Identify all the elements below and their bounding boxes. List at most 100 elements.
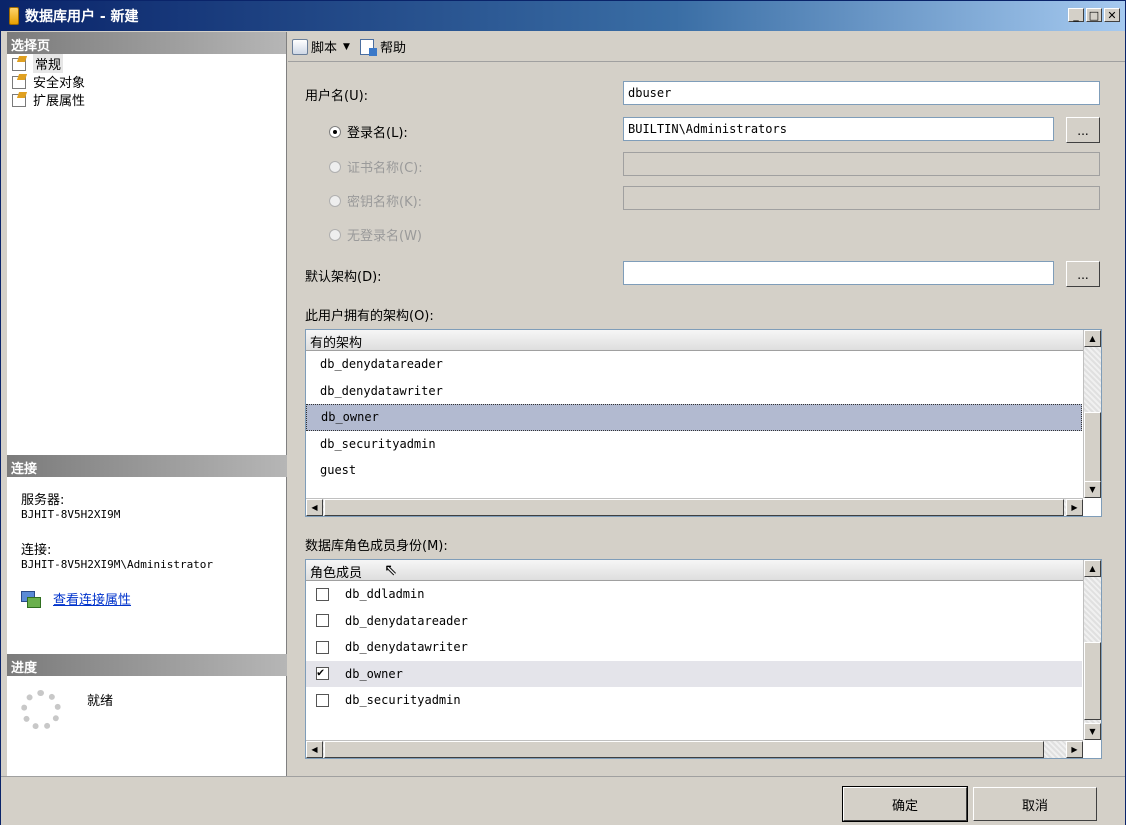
help-button[interactable]: 帮助	[359, 37, 406, 56]
owned-schemas-grid: 有的架构 db_denydatareader db_denydatawriter d…	[305, 329, 1102, 517]
chevron-down-icon[interactable]: ▼	[343, 42, 350, 52]
connection-value: BJHIT-8V5H2XI9M\Administrator	[21, 558, 214, 571]
default-schema-label: 默认架构(D):	[305, 270, 382, 285]
page-item-label: 安全对象	[33, 75, 86, 91]
role-row[interactable]: db_owner	[306, 660, 1082, 687]
role-checkbox[interactable]	[316, 665, 329, 681]
scroll-down-icon[interactable]: ▼	[1084, 723, 1101, 740]
scroll-right-icon[interactable]: ▶	[1066, 741, 1083, 758]
page-item[interactable]: 扩展属性	[7, 90, 286, 109]
connection-section: 连接 服务器: BJHIT-8V5H2XI9M 连接: BJHIT-8V5H2X…	[7, 455, 287, 608]
login-label: 登录名(L):	[347, 126, 408, 141]
schema-browse-button[interactable]: ...	[1066, 261, 1100, 287]
role-checkbox[interactable]	[316, 640, 329, 654]
roles-header-label: 角色成员	[310, 566, 363, 581]
scroll-left-icon[interactable]: ◀	[306, 499, 323, 516]
username-label: 用户名(U):	[305, 89, 369, 104]
role-row[interactable]: db_ddladmin	[306, 581, 1082, 608]
roles-hscroll[interactable]: ◀ ▶	[306, 740, 1083, 758]
role-name: db_denydatareader	[345, 613, 468, 628]
general-page-form: 用户名(U): dbuser 登录名(L): BUILTIN\Administr…	[288, 63, 1125, 775]
cert-radio-row[interactable]: 证书名称(C):	[329, 157, 423, 176]
owned-schemas-rows: db_denydatareader db_denydatawriter db_own…	[306, 351, 1101, 484]
nologin-label: 无登录名(W)	[347, 229, 422, 244]
server-label: 服务器:	[21, 493, 65, 508]
cert-name-input[interactable]	[623, 152, 1100, 176]
roles-label: 数据库角色成员身份(M):	[305, 539, 448, 554]
roles-header[interactable]: 角色成员 ⇖	[306, 560, 1101, 581]
hscroll-thumb[interactable]	[324, 741, 1044, 758]
help-label: 帮助	[379, 41, 406, 56]
schema-row[interactable]: db_denydatareader	[306, 351, 1082, 378]
scroll-up-icon[interactable]: ▲	[1084, 560, 1101, 577]
roles-vscroll[interactable]: ▲ ▼	[1083, 560, 1101, 740]
login-browse-button[interactable]: ...	[1066, 117, 1100, 143]
login-radio-row[interactable]: 登录名(L):	[329, 122, 408, 141]
progress-section: 进度 就绪	[7, 654, 287, 730]
role-checkbox[interactable]	[316, 693, 329, 707]
key-name-input[interactable]	[623, 186, 1100, 210]
mouse-cursor-icon: ⇖	[384, 560, 398, 579]
dialog-footer: 确定 取消	[1, 776, 1125, 825]
role-checkbox[interactable]	[316, 587, 329, 601]
default-schema-input[interactable]	[623, 261, 1054, 285]
page-list: 常规安全对象扩展属性	[7, 53, 286, 109]
roles-grid: 角色成员 ⇖ db_ddladmin db_denydatareader db_de…	[305, 559, 1102, 759]
progress-spinner-icon	[21, 690, 61, 730]
owned-schemas-label: 此用户拥有的架构(O):	[305, 309, 434, 324]
role-checkbox[interactable]	[316, 614, 329, 628]
view-connection-properties-link[interactable]: 查看连接属性	[53, 589, 131, 608]
view-connection-properties[interactable]: 查看连接属性	[7, 589, 287, 608]
cancel-button[interactable]: 取消	[973, 787, 1097, 821]
login-name-input[interactable]: BUILTIN\Administrators	[623, 117, 1054, 141]
scroll-up-icon[interactable]: ▲	[1084, 330, 1101, 347]
schema-row[interactable]: db_denydatawriter	[306, 378, 1082, 405]
cert-label: 证书名称(C):	[347, 161, 423, 176]
connection-properties-icon	[21, 590, 41, 608]
scroll-down-icon[interactable]: ▼	[1084, 481, 1101, 498]
select-page-header: 选择页	[7, 32, 286, 54]
key-radio[interactable]	[329, 194, 341, 207]
properties-page-icon	[11, 92, 29, 107]
role-row[interactable]: db_denydatawriter	[306, 634, 1082, 661]
scroll-right-icon[interactable]: ▶	[1066, 499, 1083, 516]
toolbar: 脚本 ▼ 帮助	[288, 32, 1125, 62]
minimize-button[interactable]: _	[1068, 8, 1084, 22]
database-icon	[9, 7, 19, 25]
schema-row[interactable]: db_securityadmin	[306, 431, 1082, 458]
nologin-radio-row[interactable]: 无登录名(W)	[329, 225, 422, 244]
role-name: db_denydatawriter	[345, 640, 468, 655]
owned-schemas-hscroll[interactable]: ◀ ▶	[306, 498, 1083, 516]
connection-label: 连接:	[21, 543, 52, 558]
schema-row[interactable]: db_owner	[306, 404, 1082, 431]
username-input[interactable]: dbuser	[623, 81, 1100, 105]
owned-schemas-header[interactable]: 有的架构	[306, 330, 1101, 351]
scroll-thumb[interactable]	[1084, 642, 1101, 720]
progress-status: 就绪	[87, 694, 114, 709]
schema-row[interactable]: guest	[306, 457, 1082, 484]
maximize-button[interactable]: □	[1086, 8, 1102, 22]
scroll-thumb[interactable]	[1084, 412, 1101, 482]
role-name: db_securityadmin	[345, 693, 461, 708]
cert-radio[interactable]	[329, 160, 341, 173]
ok-button[interactable]: 确定	[842, 786, 968, 822]
title-bar[interactable]: 数据库用户 - 新建 _ □ ✕	[1, 1, 1125, 31]
hscroll-thumb[interactable]	[324, 499, 1064, 516]
script-button[interactable]: 脚本 ▼	[292, 37, 350, 56]
role-name: db_ddladmin	[345, 587, 425, 602]
role-row[interactable]: db_securityadmin	[306, 687, 1082, 714]
login-radio[interactable]	[329, 125, 341, 138]
connection-header: 连接	[7, 455, 287, 477]
nologin-radio[interactable]	[329, 228, 341, 241]
key-radio-row[interactable]: 密钥名称(K):	[329, 191, 422, 210]
window-title: 数据库用户 - 新建	[25, 9, 139, 25]
role-name: db_owner	[345, 666, 403, 681]
key-label: 密钥名称(K):	[347, 195, 423, 210]
scroll-left-icon[interactable]: ◀	[306, 741, 323, 758]
page-item[interactable]: 安全对象	[7, 72, 286, 91]
owned-schemas-vscroll[interactable]: ▲ ▼	[1083, 330, 1101, 498]
role-row[interactable]: db_denydatareader	[306, 608, 1082, 635]
page-item-label: 扩展属性	[33, 93, 86, 109]
close-button[interactable]: ✕	[1104, 8, 1120, 22]
page-item[interactable]: 常规	[7, 53, 286, 73]
